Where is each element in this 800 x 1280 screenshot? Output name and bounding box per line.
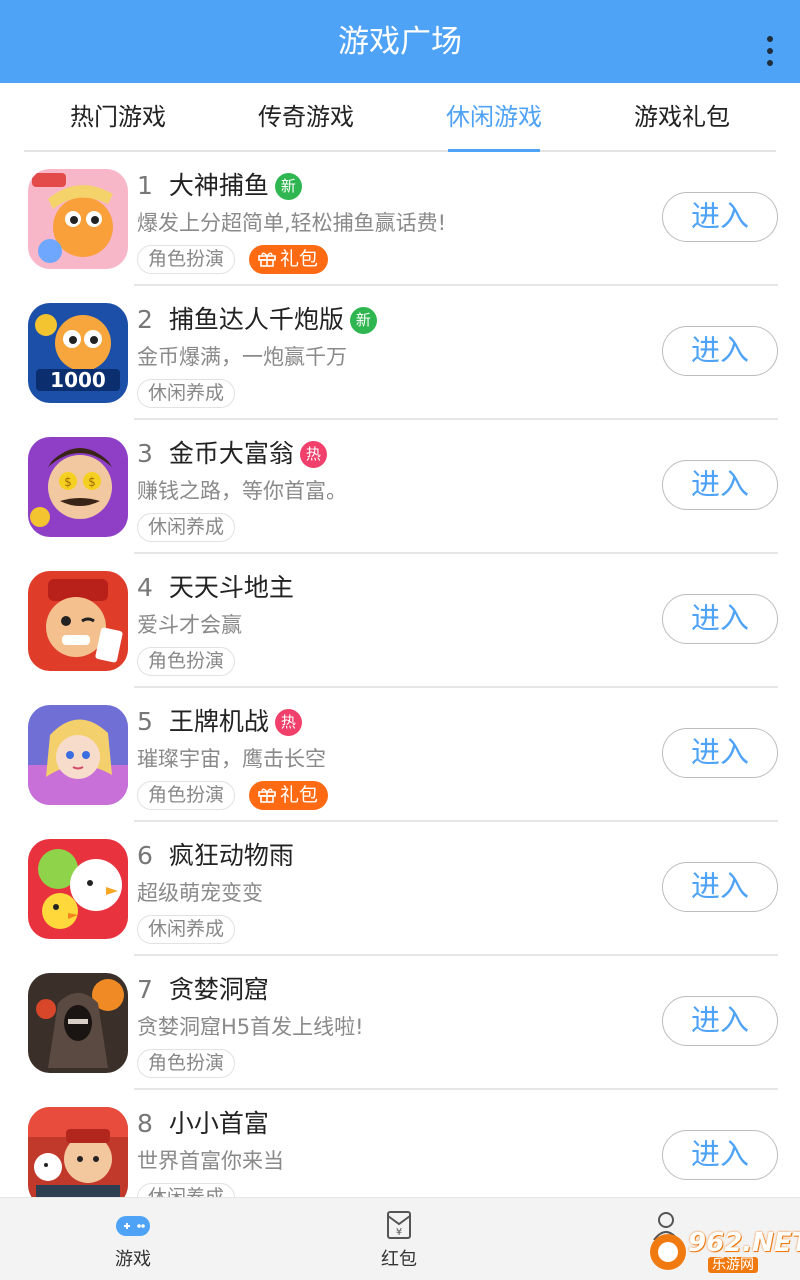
svg-text:$: $ bbox=[64, 475, 72, 489]
game-tags: 休闲养成 bbox=[137, 513, 249, 543]
svg-text:$: $ bbox=[88, 475, 96, 489]
genre-tag: 休闲养成 bbox=[137, 513, 236, 542]
tab-label: 热门游戏 bbox=[70, 103, 166, 131]
game-title: 4 天天斗地主 bbox=[137, 573, 294, 602]
game-title: 5 王牌机战热 bbox=[137, 704, 302, 740]
enter-button[interactable]: 进入 bbox=[662, 192, 778, 242]
list-item[interactable]: $ $ 3 金币大富翁热 赚钱之路，等你首富。 休闲养成 进入 bbox=[0, 420, 800, 554]
game-description: 超级萌宠变变 bbox=[137, 881, 263, 905]
nav-label: 红包 bbox=[381, 1249, 417, 1270]
game-title: 6 疯狂动物雨 bbox=[137, 841, 294, 870]
list-item[interactable]: 4 天天斗地主 爱斗才会赢 角色扮演 进入 bbox=[0, 554, 800, 688]
tab-gift-packs[interactable]: 游戏礼包 bbox=[588, 83, 776, 150]
watermark-sub: 乐游网 bbox=[708, 1257, 758, 1273]
tab-legend-games[interactable]: 传奇游戏 bbox=[212, 83, 400, 150]
watermark-logo-icon bbox=[650, 1234, 686, 1270]
game-description: 爆发上分超简单,轻松捕鱼赢话费! bbox=[137, 211, 447, 235]
app-header: 游戏广场 bbox=[0, 0, 800, 83]
game-tags: 角色扮演 bbox=[137, 647, 249, 677]
game-tags: 休闲养成 bbox=[137, 1183, 249, 1197]
enter-button[interactable]: 进入 bbox=[662, 728, 778, 778]
svg-text:¥: ¥ bbox=[396, 1227, 402, 1238]
game-list: 1 大神捕鱼新 爆发上分超简单,轻松捕鱼赢话费! 角色扮演 礼包 进入 1000 2… bbox=[0, 152, 800, 1197]
list-item[interactable]: 6 疯狂动物雨 超级萌宠变变 休闲养成 进入 bbox=[0, 822, 800, 956]
game-title: 2 捕鱼达人千炮版新 bbox=[137, 302, 377, 338]
hooded-warrior-icon[interactable] bbox=[28, 973, 128, 1073]
genre-tag: 角色扮演 bbox=[137, 781, 236, 810]
list-item[interactable]: 8 小小首富 世界首富你来当 休闲养成 进入 bbox=[0, 1090, 800, 1197]
tab-casual-games[interactable]: 休闲游戏 bbox=[400, 83, 588, 152]
enter-button[interactable]: 进入 bbox=[662, 460, 778, 510]
list-item[interactable]: 1 大神捕鱼新 爆发上分超简单,轻松捕鱼赢话费! 角色扮演 礼包 进入 bbox=[0, 152, 800, 286]
game-title: 1 大神捕鱼新 bbox=[137, 168, 302, 204]
enter-button[interactable]: 进入 bbox=[662, 862, 778, 912]
tab-hot-games[interactable]: 热门游戏 bbox=[24, 83, 212, 150]
tab-label: 传奇游戏 bbox=[258, 103, 354, 131]
rich-man-icon[interactable]: $ $ bbox=[28, 437, 128, 537]
game-title: 8 小小首富 bbox=[137, 1109, 269, 1138]
fishing-game-icon[interactable] bbox=[28, 169, 128, 269]
game-description: 金币爆满，一炮赢千万 bbox=[137, 345, 347, 369]
genre-tag: 休闲养成 bbox=[137, 915, 236, 944]
genre-tag: 角色扮演 bbox=[137, 1049, 236, 1078]
nav-item-red-packet[interactable]: ¥ 红包 bbox=[319, 1198, 479, 1280]
game-title: 3 金币大富翁热 bbox=[137, 436, 327, 472]
game-description: 璀璨宇宙，鹰击长空 bbox=[137, 747, 326, 771]
gamepad-icon bbox=[116, 1216, 150, 1236]
genre-tag: 休闲养成 bbox=[137, 379, 236, 408]
game-tags: 角色扮演 礼包 bbox=[137, 245, 329, 275]
game-tags: 角色扮演 礼包 bbox=[137, 781, 329, 811]
nav-item-games[interactable]: 游戏 bbox=[53, 1198, 213, 1280]
watermark-brand: 962.NET bbox=[688, 1228, 800, 1258]
anime-girl-icon[interactable] bbox=[28, 705, 128, 805]
game-description: 爱斗才会赢 bbox=[137, 613, 242, 637]
list-item[interactable]: 7 贪婪洞窟 贪婪洞窟H5首发上线啦! 角色扮演 进入 bbox=[0, 956, 800, 1090]
category-tabs: 热门游戏 传奇游戏 休闲游戏 游戏礼包 bbox=[24, 83, 776, 152]
new-badge: 新 bbox=[274, 173, 302, 200]
list-item[interactable]: 1000 2 捕鱼达人千炮版新 金币爆满，一炮赢千万 休闲养成 进入 bbox=[0, 286, 800, 420]
game-tags: 休闲养成 bbox=[137, 379, 249, 409]
more-vertical-icon[interactable] bbox=[766, 36, 774, 70]
game-description: 贪婪洞窟H5首发上线啦! bbox=[137, 1015, 364, 1039]
tab-label: 游戏礼包 bbox=[634, 103, 730, 131]
gift-badge[interactable]: 礼包 bbox=[249, 245, 329, 274]
genre-tag: 角色扮演 bbox=[137, 647, 236, 676]
hot-badge: 热 bbox=[274, 709, 302, 736]
tab-label: 休闲游戏 bbox=[446, 103, 542, 131]
enter-button[interactable]: 进入 bbox=[662, 996, 778, 1046]
game-title: 7 贪婪洞窟 bbox=[137, 975, 269, 1004]
page-title: 游戏广场 bbox=[338, 24, 462, 60]
enter-button[interactable]: 进入 bbox=[662, 326, 778, 376]
game-description: 世界首富你来当 bbox=[137, 1149, 284, 1173]
game-description: 赚钱之路，等你首富。 bbox=[137, 479, 347, 503]
hot-badge: 热 bbox=[299, 441, 327, 468]
game-tags: 休闲养成 bbox=[137, 915, 249, 945]
animals-icon[interactable] bbox=[28, 839, 128, 939]
genre-tag: 角色扮演 bbox=[137, 245, 236, 274]
nav-label: 游戏 bbox=[115, 1249, 151, 1270]
gift-badge[interactable]: 礼包 bbox=[249, 781, 329, 810]
red-packet-icon: ¥ bbox=[387, 1211, 411, 1239]
game-tags: 角色扮演 bbox=[137, 1049, 249, 1079]
fish-cannon-icon[interactable]: 1000 bbox=[28, 303, 128, 403]
svg-text:1000: 1000 bbox=[50, 368, 106, 392]
enter-button[interactable]: 进入 bbox=[662, 1130, 778, 1180]
tiny-rich-icon[interactable] bbox=[28, 1107, 128, 1197]
enter-button[interactable]: 进入 bbox=[662, 594, 778, 644]
site-watermark: 962.NET 乐游网 bbox=[646, 1228, 800, 1276]
list-item[interactable]: 5 王牌机战热 璀璨宇宙，鹰击长空 角色扮演 礼包 进入 bbox=[0, 688, 800, 822]
gift-icon bbox=[258, 252, 276, 267]
gift-icon bbox=[258, 788, 276, 803]
new-badge: 新 bbox=[349, 307, 377, 334]
landlord-cards-icon[interactable] bbox=[28, 571, 128, 671]
genre-tag: 休闲养成 bbox=[137, 1183, 236, 1197]
